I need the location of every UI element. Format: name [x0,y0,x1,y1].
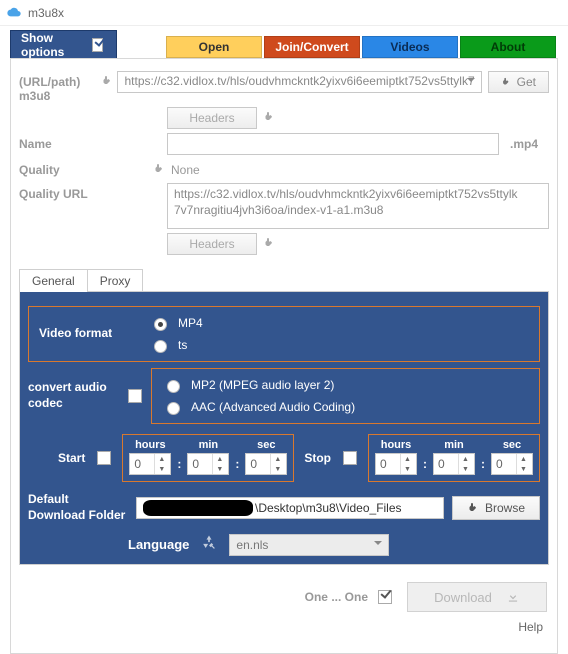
name-label: Name [19,133,147,151]
tab-open[interactable]: Open [166,36,262,58]
quality-url-value[interactable]: https://c32.vidlox.tv/hls/oudvhmckntk2yi… [167,183,549,229]
video-format-ts[interactable]: ts [149,337,203,353]
name-input[interactable] [167,133,499,155]
pointer-icon [467,501,479,515]
show-options-checkbox[interactable] [92,38,103,52]
video-format-mp4[interactable]: MP4 [149,315,203,331]
start-sec[interactable]: ▲▼ [245,453,287,475]
tab-about[interactable]: About [460,36,556,58]
translate-icon [199,533,219,556]
subtab-strip: General Proxy [19,269,549,292]
tab-join[interactable]: Join/Convert [264,36,360,58]
pointer-icon [261,107,277,127]
stop-hours[interactable]: ▲▼ [375,453,417,475]
one-one-toggle[interactable]: One ... One [305,587,395,607]
start-hours[interactable]: ▲▼ [129,453,171,475]
help-link[interactable]: Help [19,620,549,634]
language-label: Language [128,537,189,552]
subtab-proxy[interactable]: Proxy [87,269,144,292]
headers-button-top[interactable]: Headers [167,107,257,129]
start-min[interactable]: ▲▼ [187,453,229,475]
pointer-icon [151,159,167,179]
start-label: Start [58,451,85,465]
redacted-path [143,500,253,516]
audio-codec-mp2[interactable]: MP2 (MPEG audio layer 2) [162,377,355,393]
get-button[interactable]: Get [488,71,549,93]
top-tabstrip: Show options Open Join/Convert Videos Ab… [10,30,558,58]
url-label: (URL/path) m3u8 [19,71,97,103]
show-options-label: Show options [21,31,80,59]
download-folder-path[interactable]: \Desktop\m3u8\Video_Files [136,497,444,519]
video-format-label: Video format [39,326,139,342]
pointer-icon [261,233,277,253]
one-one-checkbox[interactable] [378,590,392,604]
quality-label: Quality [19,159,147,177]
stop-time-group: hours ▲▼ : min ▲▼ : sec ▲▼ [368,434,540,482]
download-icon [506,590,520,604]
language-select[interactable]: en.nls [229,534,389,556]
audio-codec-aac[interactable]: AAC (Advanced Audio Coding) [162,399,355,415]
start-time-group: hours ▲▼ : min ▲▼ : sec ▲▼ [122,434,294,482]
url-input[interactable]: https://c32.vidlox.tv/hls/oudvhmckntk2yi… [117,71,481,93]
tab-videos[interactable]: Videos [362,36,458,58]
window-titlebar: m3u8x [0,0,568,26]
headers-button-bottom[interactable]: Headers [167,233,257,255]
start-enable[interactable] [97,451,111,465]
stop-sec[interactable]: ▲▼ [491,453,533,475]
quality-url-label: Quality URL [19,183,147,201]
audio-codec-label: convert audio codec [28,380,118,411]
pointer-icon [101,71,113,91]
audio-codec-enable[interactable] [128,389,142,403]
main-panel: (URL/path) m3u8 https://c32.vidlox.tv/hl… [10,58,558,654]
pointer-icon [501,76,511,88]
app-logo-icon [6,5,22,21]
subtab-general[interactable]: General [19,269,88,292]
stop-min[interactable]: ▲▼ [433,453,475,475]
general-panel: Video format MP4 ts convert audio codec [19,291,549,565]
download-folder-label: Default Download Folder [28,492,128,523]
quality-value: None [171,159,200,177]
browse-button[interactable]: Browse [452,496,540,520]
stop-label: Stop [304,451,331,465]
window-title: m3u8x [28,6,64,20]
file-extension-label: .mp4 [499,133,549,151]
video-format-group: Video format MP4 ts [28,306,540,362]
show-options-toggle[interactable]: Show options [10,30,117,58]
stop-enable[interactable] [343,451,357,465]
download-button[interactable]: Download [407,582,547,612]
